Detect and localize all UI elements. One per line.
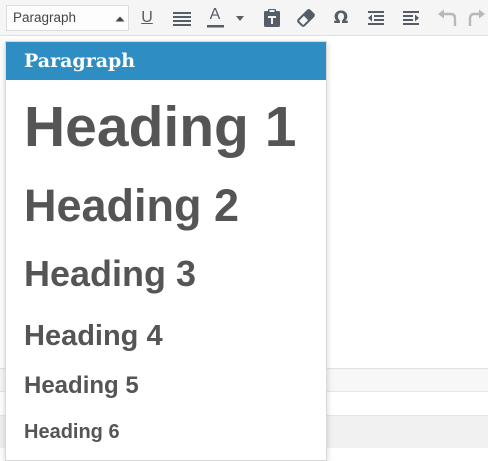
paste-as-text-button[interactable] [258, 5, 286, 31]
menu-item-heading-4[interactable]: Heading 4 [6, 308, 326, 364]
omega-icon: Ω [333, 8, 349, 28]
menu-item-heading-2[interactable]: Heading 2 [6, 164, 326, 242]
menu-item-label: Heading 5 [24, 372, 139, 399]
menu-item-paragraph[interactable]: Paragraph [6, 42, 326, 80]
redo-icon [468, 9, 485, 26]
eraser-icon [297, 9, 315, 27]
menu-item-heading-6[interactable]: Heading 6 [6, 414, 326, 460]
text-color-swatch [207, 16, 244, 28]
menu-item-heading-1[interactable]: Heading 1 [6, 80, 326, 164]
menu-item-heading-5[interactable]: Heading 5 [6, 364, 326, 414]
menu-item-label: Heading 6 [24, 421, 120, 443]
undo-icon [438, 9, 457, 26]
menu-item-label: Heading 2 [24, 180, 240, 231]
align-justify-icon [173, 12, 191, 26]
text-color-button[interactable]: A [202, 5, 248, 31]
menu-item-label: Heading 3 [24, 253, 197, 294]
special-character-button[interactable]: Ω [327, 5, 355, 31]
editor-toolbar: Paragraph U A Ω [0, 0, 488, 36]
undo-button[interactable] [432, 5, 460, 31]
caret-down-icon [236, 16, 244, 21]
format-select-value: Paragraph [13, 10, 77, 25]
justify-button[interactable] [168, 5, 196, 31]
menu-item-label: Heading 4 [24, 320, 163, 352]
indent-icon [403, 11, 419, 25]
format-select[interactable]: Paragraph [6, 5, 129, 31]
format-dropdown-menu: Paragraph Heading 1 Heading 2 Heading 3 … [5, 41, 327, 461]
indent-button[interactable] [397, 5, 425, 31]
redo-button[interactable] [465, 5, 488, 31]
underline-button[interactable]: U [133, 5, 161, 31]
menu-item-heading-3[interactable]: Heading 3 [6, 242, 326, 308]
menu-item-label: Paragraph [24, 50, 136, 72]
clipboard-icon [264, 9, 280, 27]
outdent-icon [368, 11, 384, 25]
caret-up-icon [115, 16, 125, 22]
menu-item-label: Heading 1 [24, 95, 297, 159]
clear-formatting-button[interactable] [292, 5, 320, 31]
underline-icon: U [141, 9, 153, 26]
outdent-button[interactable] [362, 5, 390, 31]
